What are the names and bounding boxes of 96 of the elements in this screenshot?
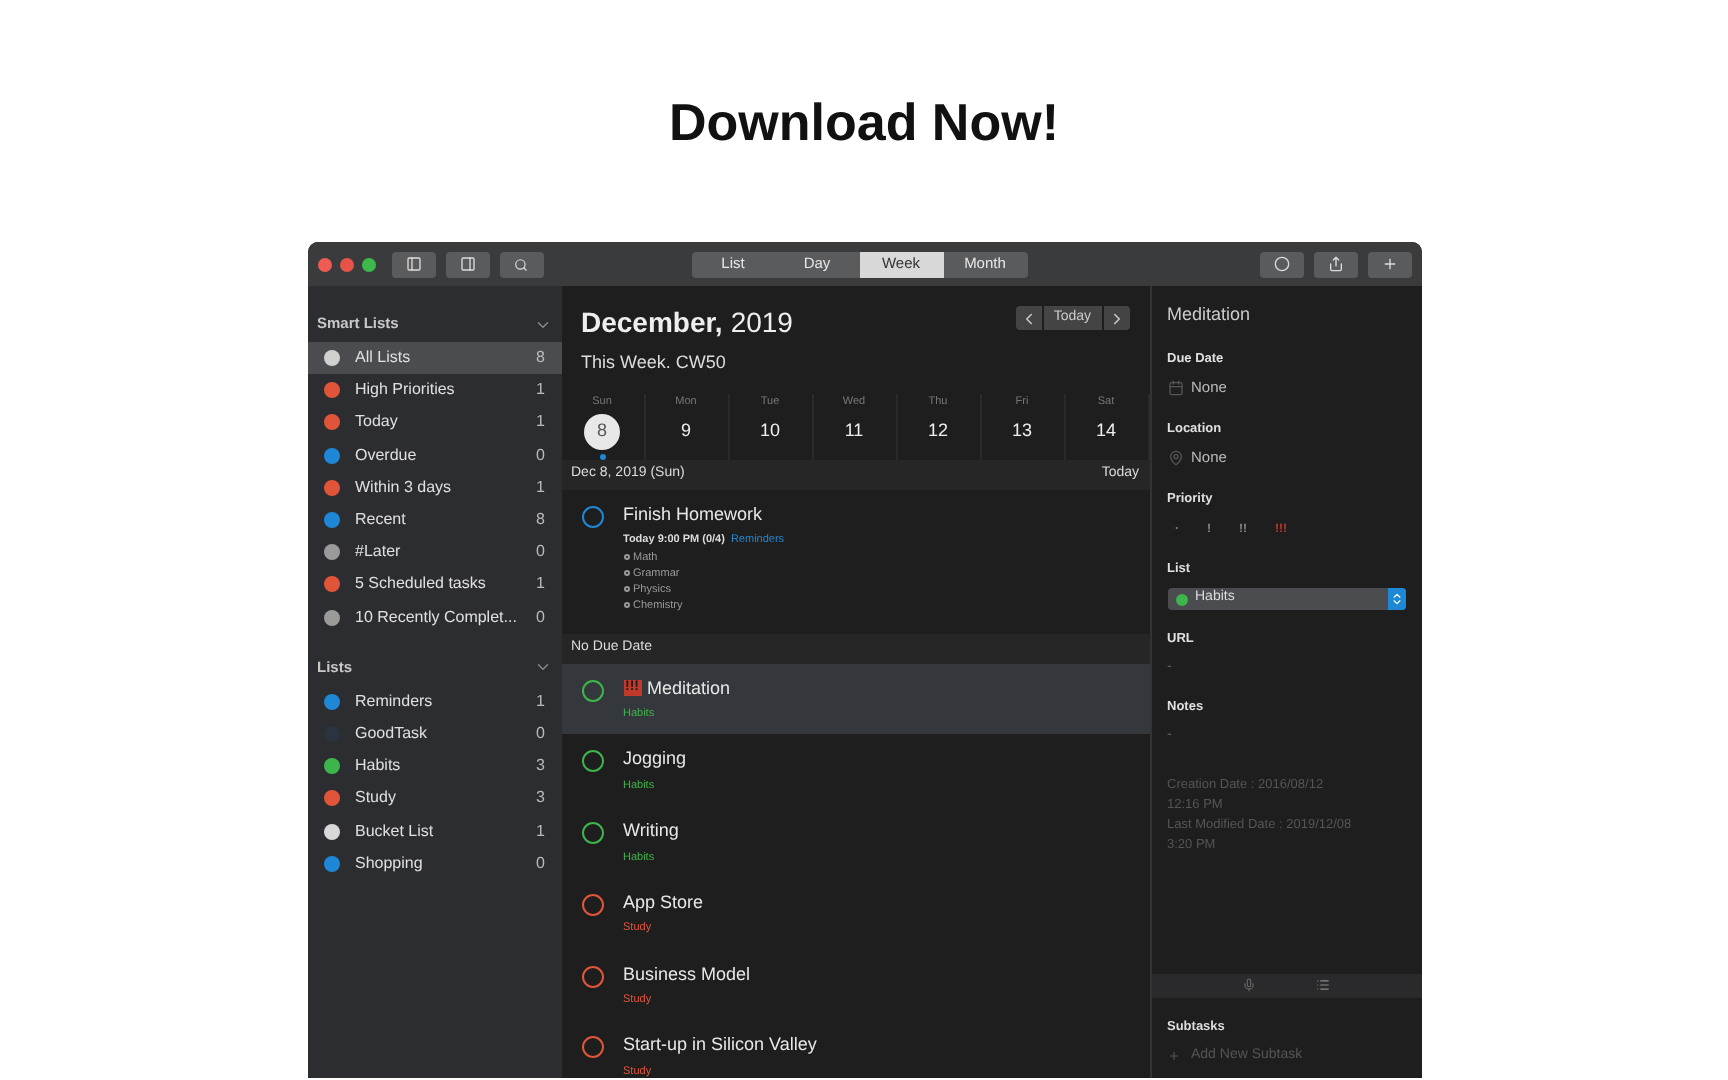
day-number: 14 (1093, 418, 1118, 444)
day-number: 12 (925, 418, 950, 444)
subtask-bullet (623, 602, 629, 608)
list-count: 0 (536, 540, 545, 565)
circle-icon[interactable] (1273, 256, 1289, 272)
sidebar-item[interactable]: Habits 3 (307, 750, 561, 783)
list-label: Within 3 days (355, 475, 454, 500)
list-label: Today (355, 410, 400, 435)
task-title: Meditation (647, 675, 731, 701)
sidebar-item[interactable]: Within 3 days 1 (307, 471, 561, 504)
list-label: GoodTask (355, 721, 430, 746)
minimize-button[interactable] (339, 257, 353, 271)
share-button[interactable] (1313, 251, 1357, 277)
list-count: 8 (536, 508, 545, 533)
search-icon[interactable] (514, 257, 528, 271)
sidebar-item[interactable]: #Later 0 (307, 536, 561, 569)
task-title: Business Model (623, 961, 751, 987)
close-button[interactable] (317, 257, 331, 271)
task-checkbox[interactable] (581, 679, 603, 701)
add-icon (1167, 1049, 1179, 1062)
list-label: #Later (355, 540, 403, 565)
day-number: 13 (1009, 418, 1034, 444)
sidebar-item[interactable]: Bucket List 1 (307, 814, 561, 848)
list-count: 8 (536, 346, 545, 371)
list-count: 1 (536, 378, 545, 403)
list-count: 0 (536, 851, 545, 876)
panel-icon[interactable] (459, 256, 475, 272)
sidebar-item[interactable]: Today 1 (307, 406, 561, 440)
list-count: 0 (536, 443, 545, 468)
add-button[interactable] (1367, 251, 1411, 277)
sidebar-item[interactable]: Shopping 0 (307, 847, 561, 880)
sidebar-item[interactable]: Study 3 (307, 782, 561, 815)
task-title: Finish Homework (623, 501, 763, 528)
sidebar-item[interactable]: GoodTask 0 (307, 717, 561, 751)
list-count: 1 (536, 689, 545, 714)
sidebar-item[interactable]: Recent 8 (307, 503, 561, 537)
month-title: December, (581, 304, 723, 342)
subtask-bullet (623, 570, 629, 576)
list-count: 1 (536, 572, 545, 597)
maximize-button[interactable] (361, 257, 375, 271)
task-title: Writing (623, 818, 679, 844)
task-checkbox[interactable] (581, 750, 603, 773)
list-count: 1 (536, 819, 545, 844)
complete-button[interactable] (1259, 251, 1303, 277)
day-number: 9 (678, 418, 693, 444)
task-checkbox[interactable] (581, 965, 603, 987)
list-label: Habits (355, 754, 403, 779)
headline: Download Now! (669, 90, 1059, 156)
list-count: 0 (536, 721, 545, 746)
list-label: All Lists (355, 346, 413, 371)
list-label: 10 Recently Complet... (355, 605, 519, 630)
day-number: 8 (584, 413, 620, 450)
sidebar-item[interactable]: All Lists 8 (307, 342, 561, 375)
list-label: 5 Scheduled tasks (355, 572, 488, 597)
list-icon[interactable] (1316, 978, 1330, 993)
subtask-bullet (623, 586, 629, 592)
day-number: 10 (757, 418, 782, 444)
task-checkbox[interactable] (581, 1036, 603, 1059)
sidebar-toggle-button[interactable] (391, 251, 435, 277)
calendar-icon (1167, 379, 1183, 396)
list-count: 3 (536, 786, 545, 811)
task-checkbox[interactable] (581, 505, 603, 528)
week-subtitle: This Week. CW50 (581, 350, 728, 376)
share-icon[interactable] (1327, 256, 1343, 272)
list-label: Bucket List (355, 819, 436, 844)
task-title: Start-up in Silicon Valley (623, 1032, 817, 1059)
task-checkbox[interactable] (581, 822, 603, 844)
list-label: Shopping (355, 851, 425, 876)
list-count: 3 (536, 754, 545, 779)
list-label: Recent (355, 508, 408, 533)
microphone-icon[interactable] (1242, 978, 1256, 993)
sidebar-item[interactable]: Reminders 1 (307, 685, 561, 718)
list-label: High Priorities (355, 378, 457, 403)
sidebar-item[interactable]: 10 Recently Complet... 0 (307, 601, 561, 634)
plus-icon[interactable] (1381, 256, 1397, 272)
list-label: Reminders (355, 689, 435, 714)
task-checkbox[interactable] (581, 893, 603, 916)
sidebar-item[interactable]: 5 Scheduled tasks 1 (307, 568, 561, 601)
year-title: 2019 (730, 304, 793, 342)
detail-toggle-button[interactable] (445, 251, 489, 277)
sidebar-item[interactable]: High Priorities 1 (307, 374, 561, 407)
sidebar-item[interactable]: Overdue 0 (307, 439, 561, 472)
location-icon (1167, 449, 1183, 466)
list-count: 1 (536, 475, 545, 500)
detail-title: Meditation (1167, 302, 1253, 328)
task-title: Jogging (623, 746, 687, 773)
subtask-bullet (623, 554, 629, 560)
list-label: Overdue (355, 443, 419, 468)
task-title: App Store (623, 889, 704, 916)
up-down-icon[interactable] (1389, 592, 1403, 606)
list-count: 0 (536, 605, 545, 630)
sidebar-icon[interactable] (405, 256, 421, 272)
list-label: Study (355, 786, 398, 811)
list-count: 1 (536, 410, 545, 435)
day-number: 11 (842, 418, 866, 444)
search-button[interactable] (499, 251, 543, 277)
